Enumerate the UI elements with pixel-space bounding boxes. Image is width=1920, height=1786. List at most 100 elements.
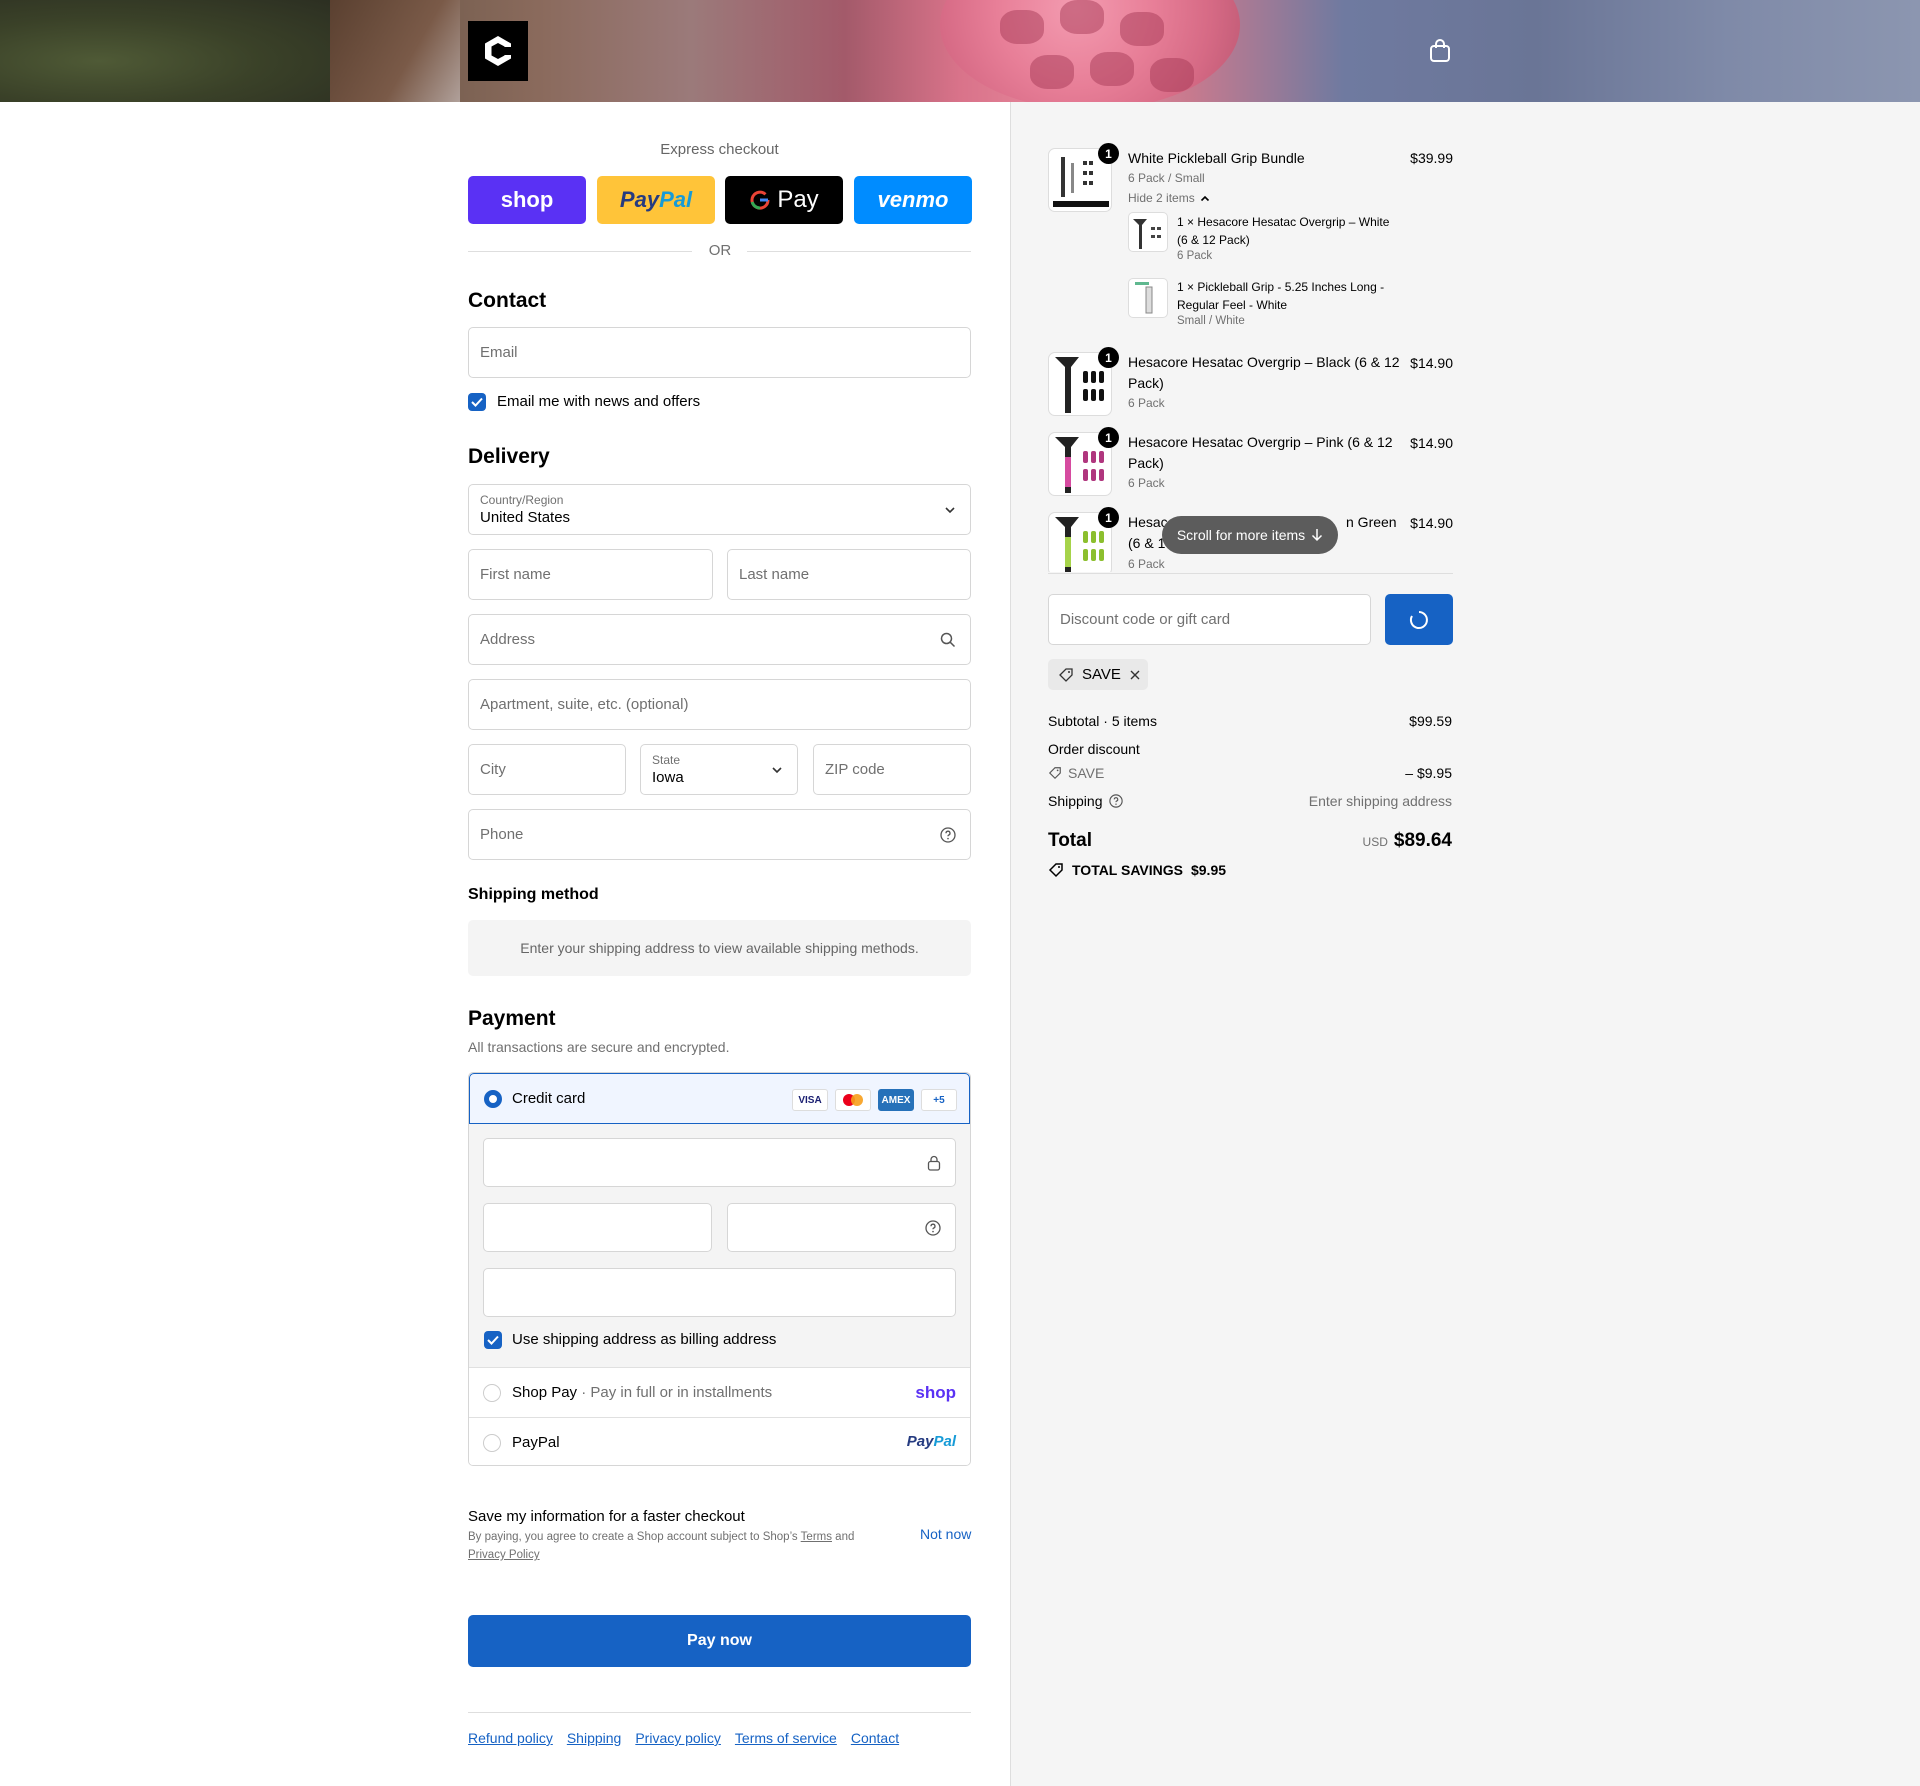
help-icon[interactable] — [1108, 794, 1123, 808]
discount-code-label: SAVE — [1082, 666, 1121, 683]
item-name: Hesacore Hesatac Overgrip – Black (6 & 1… — [1128, 354, 1400, 391]
not-now-button[interactable]: Not now — [920, 1526, 971, 1542]
footer-links: Refund policy Shipping Privacy policy Te… — [468, 1730, 899, 1746]
more-cards-badge: +5 — [921, 1089, 957, 1111]
discount-code-field[interactable]: Discount code or gift card — [1048, 594, 1371, 645]
item-variant: 6 Pack — [1128, 557, 1165, 571]
google-pay-express-button[interactable]: Pay — [725, 176, 843, 224]
apply-discount-button[interactable] — [1385, 594, 1453, 645]
shop-pay-express-button[interactable]: shop — [468, 176, 586, 224]
shop-pay-subtitle: Pay in full or in installments — [590, 1384, 773, 1401]
item-name: White Pickleball Grip Bundle — [1128, 150, 1305, 166]
google-g-icon — [750, 190, 770, 210]
news-offers-label: Email me with news and offers — [497, 393, 701, 410]
payment-subtitle: All transactions are secure and encrypte… — [468, 1039, 730, 1055]
chevron-up-icon — [1200, 195, 1209, 201]
hide-items-toggle[interactable]: Hide 2 items — [1128, 191, 1210, 205]
banner-pickleball — [940, 0, 1240, 102]
item-variant: 6 Pack — [1128, 476, 1165, 490]
amex-icon: AMEX — [878, 1089, 914, 1111]
banner-image-mid — [330, 0, 460, 102]
order-discount-value: – $9.95 — [1405, 765, 1452, 781]
lock-icon — [927, 1155, 941, 1171]
savings-label: TOTAL SAVINGS — [1072, 862, 1183, 878]
card-number-field[interactable] — [483, 1138, 956, 1187]
address-placeholder: Address — [480, 631, 536, 648]
order-discount-code-label: SAVE — [1068, 765, 1105, 781]
shipping-row-label: Shipping — [1048, 793, 1123, 809]
search-icon — [940, 632, 956, 647]
scroll-more-items-button[interactable]: Scroll for more items — [1162, 516, 1338, 554]
pay-now-button[interactable]: Pay now — [468, 1615, 971, 1667]
subtotal-label: Subtotal · 5 items — [1048, 713, 1157, 729]
save-info-title: Save my information for a faster checkou… — [468, 1508, 745, 1525]
close-icon[interactable] — [1129, 669, 1141, 681]
zip-field[interactable]: ZIP code — [813, 744, 971, 795]
first-name-field[interactable]: First name — [468, 549, 713, 600]
name-on-card-field[interactable] — [483, 1268, 956, 1317]
currency-code: USD — [1362, 835, 1388, 849]
shipping-methods-placeholder: Enter your shipping address to view avai… — [468, 920, 971, 976]
expiration-date-field[interactable] — [483, 1203, 712, 1252]
paypal-express-button[interactable]: Pay Pal — [597, 176, 715, 224]
address-field[interactable]: Address — [468, 614, 971, 665]
paypal-wordmark-b: Pal — [659, 187, 693, 212]
quantity-badge: 1 — [1098, 427, 1119, 448]
paypal-logo-b: Pal — [933, 1433, 956, 1450]
state-label: State — [652, 753, 681, 767]
last-name-field[interactable]: Last name — [727, 549, 971, 600]
shop-privacy-link[interactable]: Privacy Policy — [468, 1549, 540, 1561]
security-code-field[interactable] — [727, 1203, 956, 1252]
payment-heading: Payment — [468, 1007, 556, 1030]
paypal-logo: PayPal — [907, 1433, 956, 1450]
shipping-method-heading: Shipping method — [468, 886, 599, 903]
help-icon[interactable] — [925, 1220, 941, 1236]
item-variant: 6 Pack — [1128, 396, 1165, 410]
shop-terms-link[interactable]: Terms — [801, 1531, 832, 1543]
shop-pay-radio[interactable] — [483, 1384, 501, 1402]
news-offers-checkbox[interactable] — [468, 393, 486, 411]
bundle-part-name: 1 × Hesacore Hesatac Overgrip – White (6… — [1177, 215, 1390, 247]
google-pay-label: Pay — [777, 186, 819, 213]
credit-card-option[interactable]: Credit card VISA AMEX +5 — [469, 1073, 970, 1124]
billing-address-checkbox[interactable] — [484, 1331, 502, 1349]
item-variant: 6 Pack / Small — [1128, 171, 1205, 185]
apartment-field[interactable]: Apartment, suite, etc. (optional) — [468, 679, 971, 730]
total-value-group: USD $89.64 — [1363, 830, 1452, 852]
divider-left — [468, 251, 692, 252]
paypal-radio[interactable] — [483, 1434, 501, 1452]
shop-pay-option[interactable]: Shop Pay · Pay in full or in installment… — [469, 1367, 970, 1417]
chevron-down-icon — [945, 506, 955, 513]
billing-address-label: Use shipping address as billing address — [512, 1331, 777, 1348]
check-icon — [471, 397, 483, 407]
store-logo[interactable] — [468, 21, 528, 81]
city-field[interactable]: City — [468, 744, 626, 795]
mastercard-icon — [835, 1089, 871, 1111]
item-price: $14.90 — [1410, 355, 1453, 371]
divider-right — [747, 251, 971, 252]
credit-card-radio[interactable] — [484, 1090, 502, 1108]
terms-of-service-link[interactable]: Terms of service — [735, 1730, 837, 1746]
venmo-express-button[interactable]: venmo — [854, 176, 972, 224]
shipping-policy-link[interactable]: Shipping — [567, 1730, 622, 1746]
email-field[interactable]: Email — [468, 327, 971, 378]
country-select[interactable]: Country/Region United States — [468, 484, 971, 535]
tag-icon — [1048, 767, 1061, 780]
shopping-bag-icon[interactable] — [1429, 39, 1451, 63]
shipping-value: Enter shipping address — [1308, 793, 1452, 809]
contact-heading: Contact — [468, 289, 547, 312]
phone-field[interactable]: Phone — [468, 809, 971, 860]
item-price: $39.99 — [1410, 150, 1453, 166]
delivery-heading: Delivery — [468, 445, 550, 468]
discount-placeholder: Discount code or gift card — [1060, 611, 1231, 628]
quantity-badge: 1 — [1098, 507, 1119, 528]
paypal-option[interactable]: PayPal PayPal — [469, 1417, 970, 1465]
refund-policy-link[interactable]: Refund policy — [468, 1730, 553, 1746]
tag-icon — [1048, 863, 1063, 878]
help-icon[interactable] — [940, 826, 956, 843]
items-divider — [1048, 573, 1453, 574]
contact-link[interactable]: Contact — [851, 1730, 899, 1746]
paypal-label: PayPal — [512, 1434, 560, 1451]
privacy-policy-link[interactable]: Privacy policy — [635, 1730, 721, 1746]
state-select[interactable]: State Iowa — [640, 744, 798, 795]
